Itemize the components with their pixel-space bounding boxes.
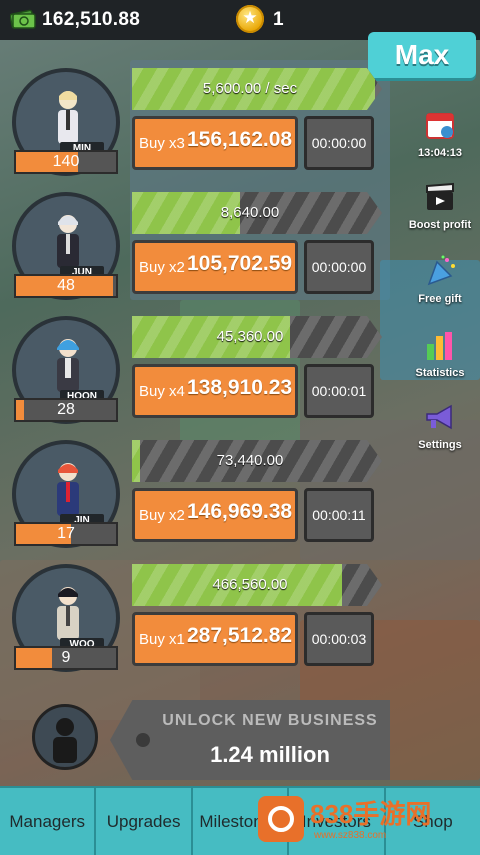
buy-multiplier: Buy x3 [139, 135, 185, 152]
free-gift-button[interactable]: Free gift [404, 254, 476, 305]
tag-hole [136, 733, 150, 747]
tab-upgrades[interactable]: Upgrades [96, 788, 193, 855]
settings-button[interactable]: Settings [404, 400, 476, 451]
cycle-timer: 00:00:00 [304, 240, 374, 294]
cycle-timer: 00:00:03 [304, 612, 374, 666]
cycle-timer: 00:00:00 [304, 116, 374, 170]
buy-button[interactable]: Buy x2 146,969.38 [132, 488, 298, 542]
cycle-timer: 00:00:01 [304, 364, 374, 418]
level-bar: 17 [14, 522, 118, 546]
income-progress-bar: 8,640.00 [132, 192, 382, 234]
income-progress-bar: 45,360.00 [132, 316, 382, 358]
income-progress-bar: 466,560.00 [132, 564, 382, 606]
character-icon [57, 463, 79, 516]
bar-chart-icon [427, 332, 452, 360]
daily-timer-button[interactable]: 13:04:13 [404, 108, 476, 159]
level-value: 28 [57, 401, 75, 418]
statistics-label: Statistics [415, 367, 465, 379]
income-value: 73,440.00 [216, 452, 284, 469]
buy-multiplier: Buy x4 [139, 383, 185, 400]
income-value: 8,640.00 [220, 204, 280, 221]
buy-multiplier: Buy x2 [139, 507, 185, 524]
level-bar: 28 [14, 398, 118, 422]
character-icon [58, 91, 78, 144]
cash-icon [10, 9, 36, 29]
business-row-min: MIN 140 5,600.00 / sec Buy x3 156,162.08 … [0, 64, 390, 182]
star-coin-icon: ★ [236, 5, 264, 33]
buy-cost: 138,910.23 [187, 376, 293, 399]
buy-button[interactable]: Buy x1 287,512.82 [132, 612, 298, 666]
income-value: 45,360.00 [216, 328, 284, 345]
watermark-logo-icon [258, 796, 304, 842]
character-icon [57, 587, 79, 640]
locked-character-icon [53, 718, 77, 763]
business-row-jun: JUN 48 8,640.00 Buy x2 105,702.59 00:00:0… [0, 188, 390, 306]
level-value: 48 [57, 277, 75, 294]
boost-profit-label: Boost profit [408, 219, 472, 231]
free-gift-label: Free gift [418, 293, 462, 305]
watermark: 838手游网 www.sz838.com [258, 792, 450, 850]
buy-multiplier: Buy x1 [139, 631, 185, 648]
income-progress-bar: 5,600.00 / sec [132, 68, 382, 110]
clapperboard-icon [426, 182, 454, 210]
buy-cost: 146,969.38 [187, 500, 293, 523]
level-value: 140 [52, 153, 80, 170]
level-value: 17 [57, 525, 75, 542]
statistics-button[interactable]: Statistics [404, 328, 476, 379]
level-bar: 140 [14, 150, 118, 174]
cash-amount: 162,510.88 [42, 9, 141, 30]
coin-amount: 1 [273, 9, 284, 30]
business-row-woo: WOO 9 466,560.00 Buy x1 287,512.82 00:00:… [0, 560, 390, 678]
buy-cost: 156,162.08 [187, 128, 293, 151]
watermark-brand: 838手游网 [310, 799, 432, 829]
buy-button[interactable]: Buy x4 138,910.23 [132, 364, 298, 418]
unlock-title: UNLOCK NEW BUSINESS [162, 712, 378, 729]
boost-profit-button[interactable]: Boost profit [404, 180, 476, 231]
buy-cost: 287,512.82 [187, 624, 293, 647]
unlock-business-tag[interactable]: UNLOCK NEW BUSINESS 1.24 million [110, 700, 390, 780]
income-value: 5,600.00 / sec [202, 80, 298, 97]
level-bar: 9 [14, 646, 118, 670]
level-value: 9 [61, 649, 71, 666]
character-icon [57, 339, 79, 392]
locked-manager-avatar [32, 704, 98, 770]
party-popper-icon [427, 255, 455, 286]
buy-button[interactable]: Buy x2 105,702.59 [132, 240, 298, 294]
settings-label: Settings [418, 439, 462, 451]
unlock-amount: 1.24 million [210, 742, 330, 767]
buy-button[interactable]: Buy x3 156,162.08 [132, 116, 298, 170]
business-row-jin: JIN 17 73,440.00 Buy x2 146,969.38 00:00:… [0, 436, 390, 554]
buy-cost: 105,702.59 [187, 252, 293, 275]
character-icon [57, 215, 79, 268]
cycle-timer: 00:00:11 [304, 488, 374, 542]
business-row-hoon: HOON 28 45,360.00 Buy x4 138,910.23 00:00… [0, 312, 390, 430]
level-bar: 48 [14, 274, 118, 298]
tab-managers[interactable]: Managers [0, 788, 97, 855]
daily-timer-value: 13:04:13 [417, 147, 463, 159]
watermark-url: www.sz838.com [314, 830, 387, 841]
income-progress-bar: 73,440.00 [132, 440, 382, 482]
megaphone-icon [426, 404, 452, 430]
buy-multiplier: Buy x2 [139, 259, 185, 276]
income-value: 466,560.00 [212, 576, 288, 593]
calendar-icon [426, 113, 454, 139]
